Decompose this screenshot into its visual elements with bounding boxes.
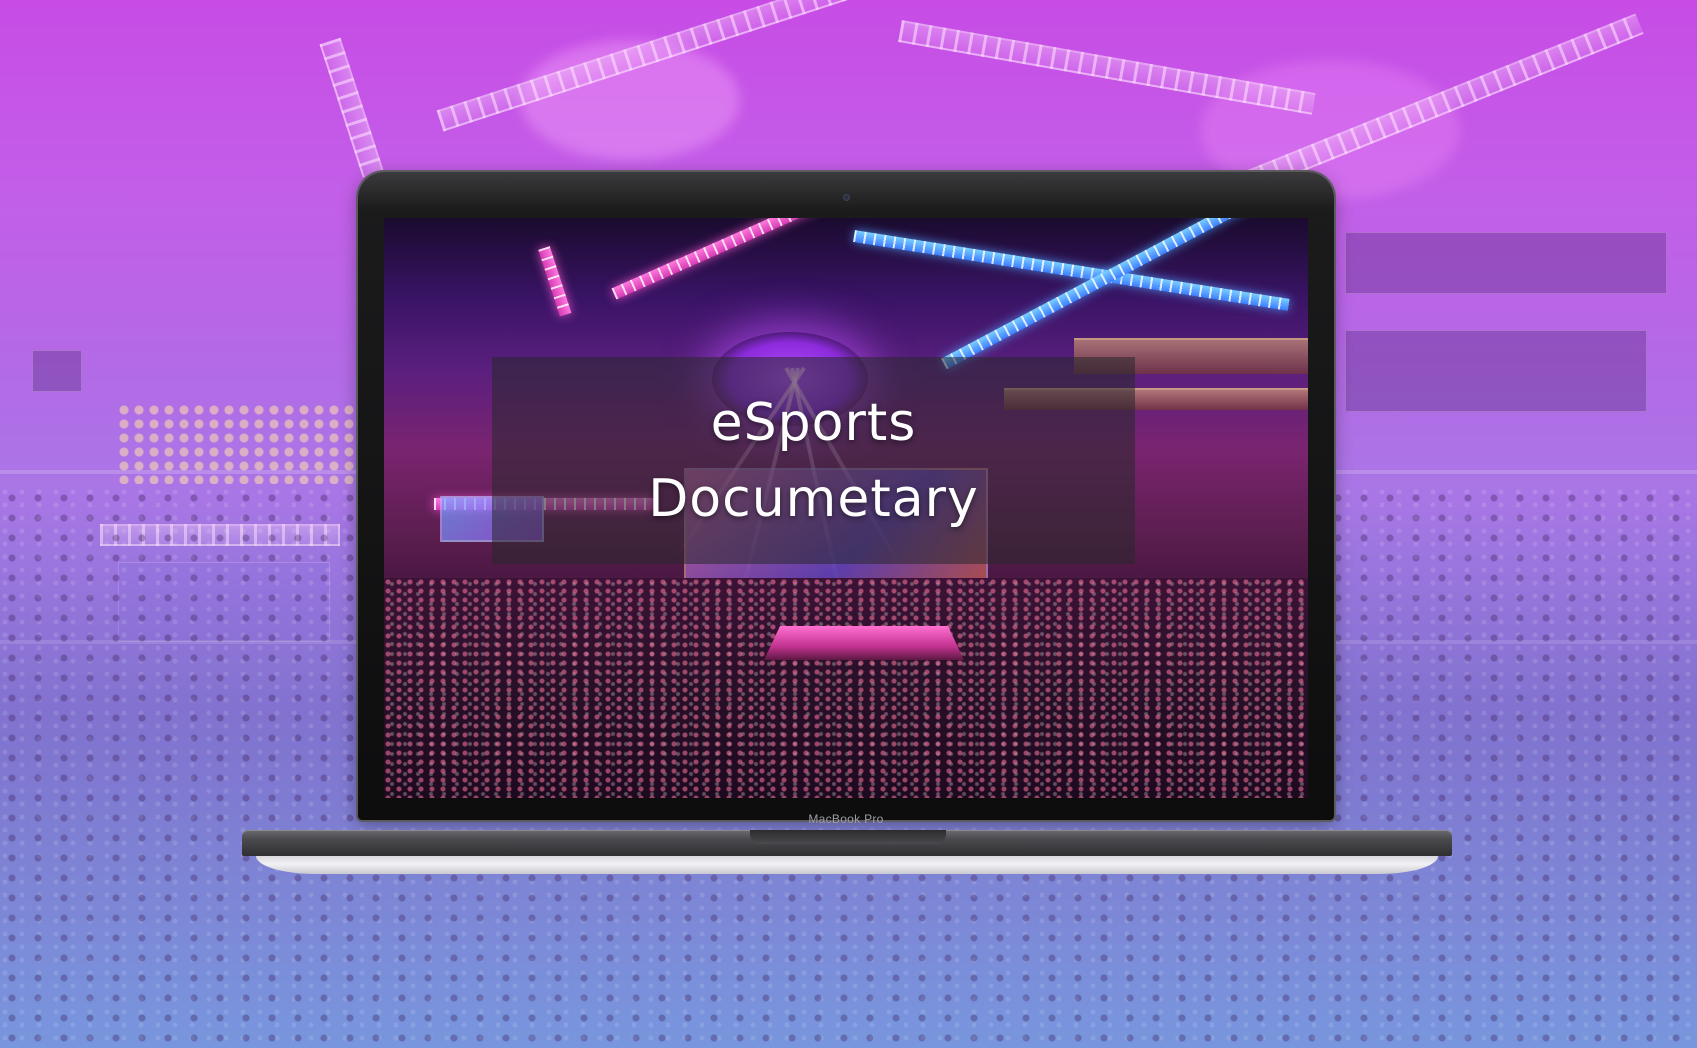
laptop-lid: eSports Documetary — [358, 172, 1334, 820]
screen-crowd — [384, 578, 1308, 798]
stage-floor — [764, 626, 964, 660]
laptop-brand-label: MacBook Pro — [808, 812, 884, 826]
laptop-base-edge — [256, 856, 1438, 874]
lighting-truss — [538, 246, 572, 317]
lighting-truss — [898, 20, 1316, 115]
arena-balcony — [32, 350, 82, 392]
laptop-mockup: eSports Documetary MacBook Pro — [242, 172, 1452, 874]
title-line-2: Documetary — [648, 468, 979, 529]
camera-icon — [843, 194, 850, 201]
laptop-screen: eSports Documetary — [384, 218, 1308, 798]
title-overlay: eSports Documetary — [492, 357, 1135, 564]
laptop-opening-notch — [750, 830, 946, 844]
lighting-truss — [611, 218, 836, 300]
lighting-truss — [319, 37, 384, 178]
title-line-1: eSports — [710, 392, 917, 453]
